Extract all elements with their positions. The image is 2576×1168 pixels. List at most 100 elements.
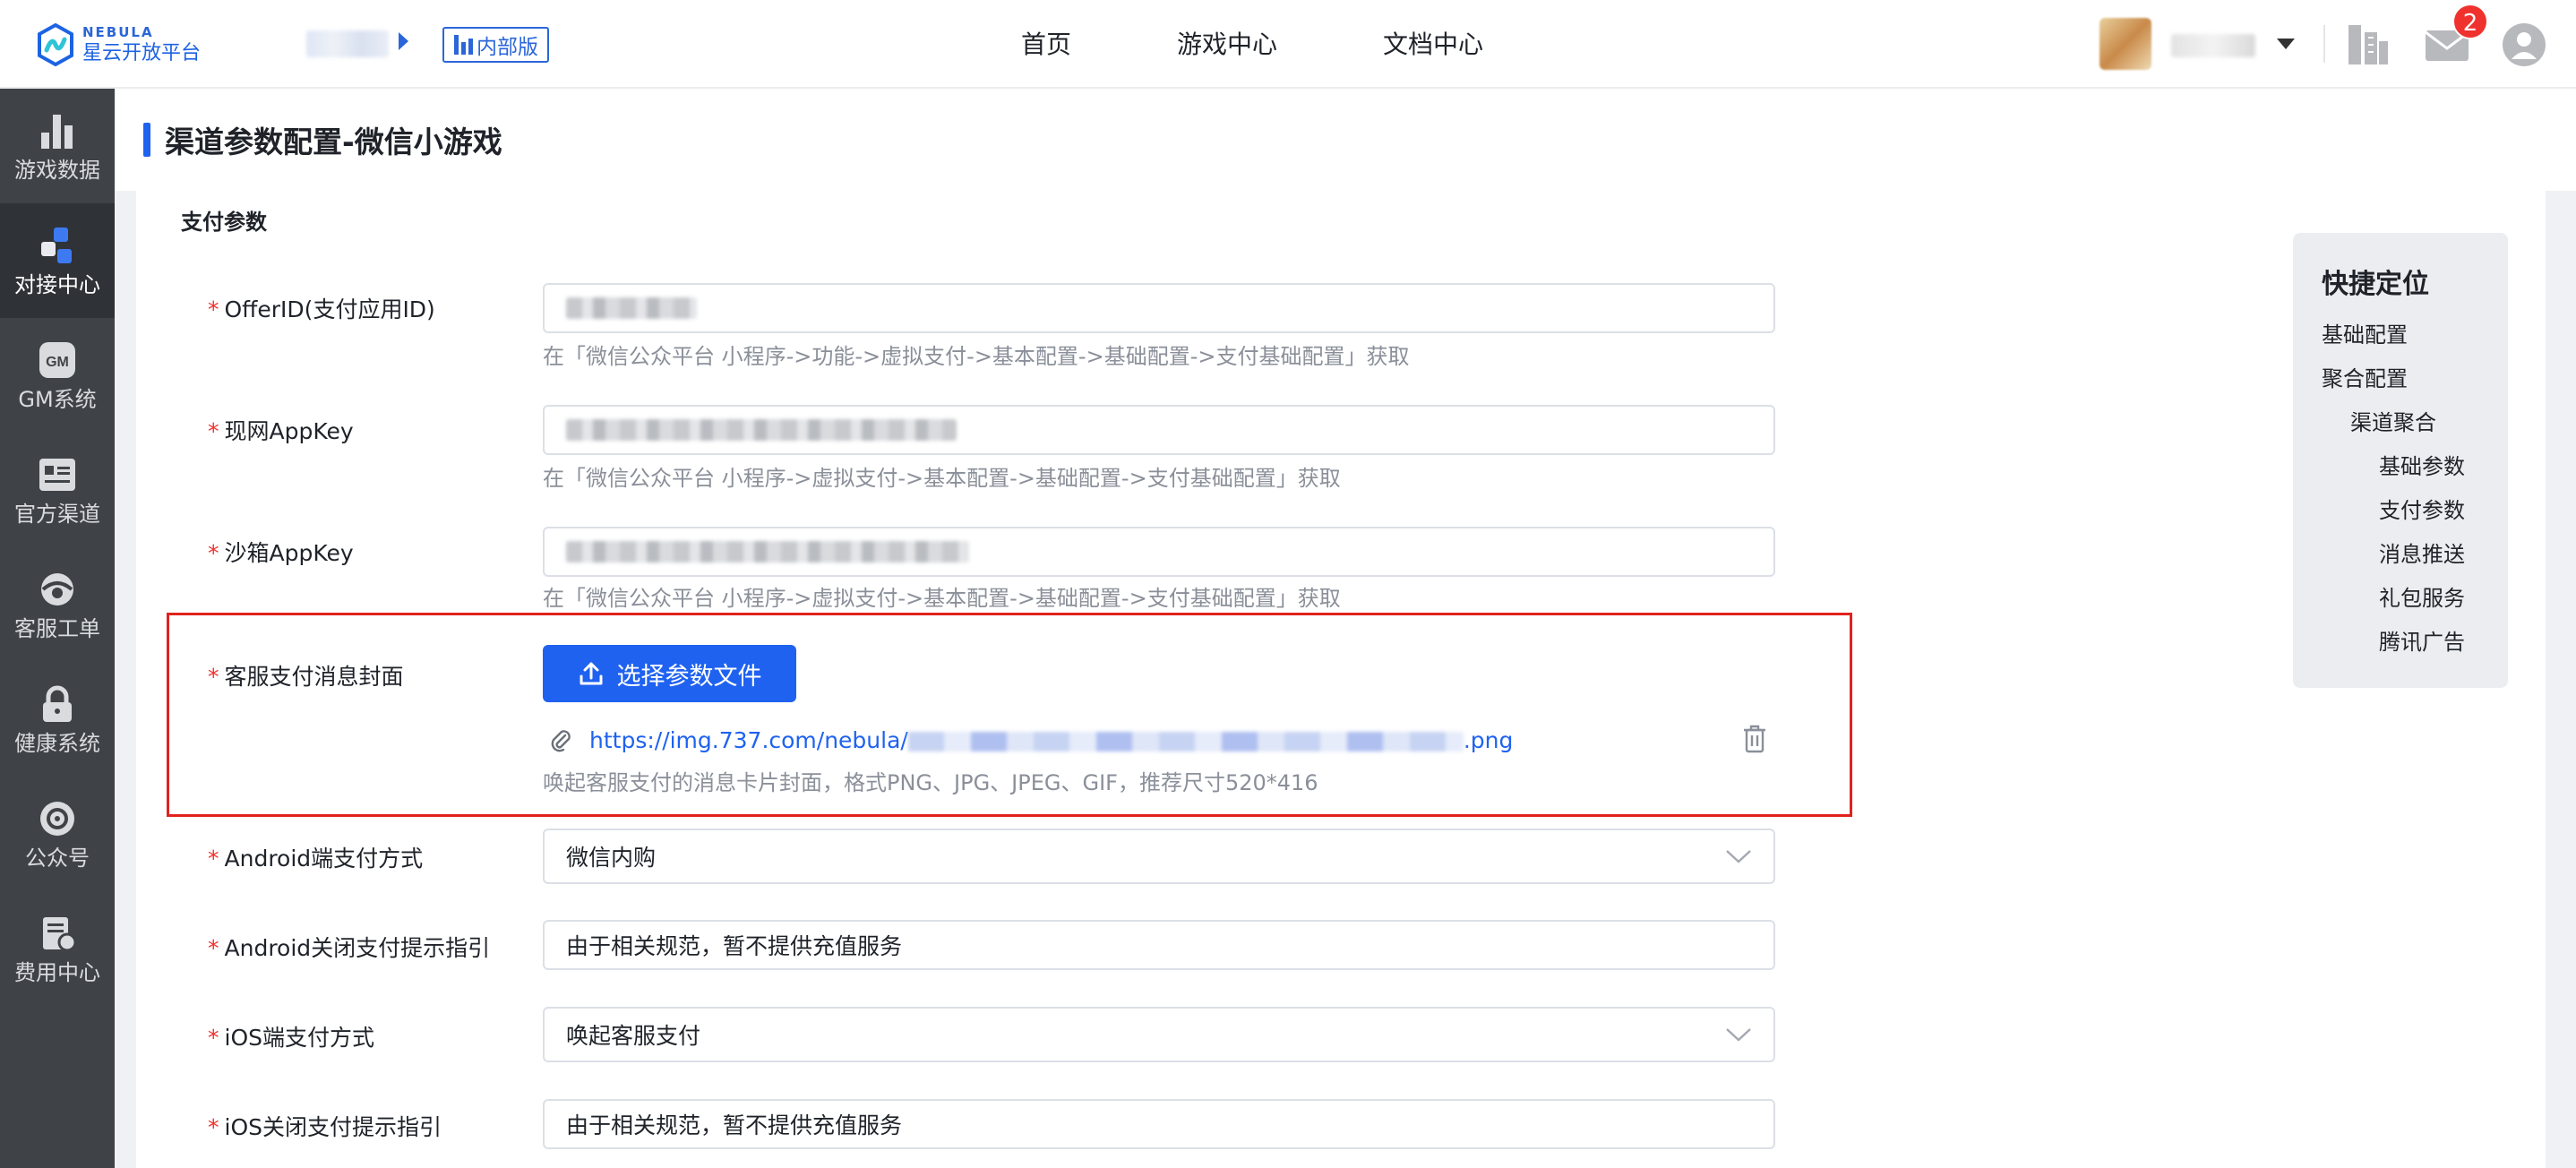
sidebar-item-customer-service[interactable]: 客服工单	[0, 547, 115, 662]
quick-link-pay-params[interactable]: 支付参数	[2379, 493, 2465, 524]
official-account-icon	[40, 802, 74, 836]
sidebar-item-integration[interactable]: 对接中心	[0, 203, 115, 318]
chevron-down-icon	[1726, 1028, 1751, 1042]
masked-value	[566, 419, 957, 441]
user-name-masked[interactable]	[2171, 34, 2255, 57]
svg-text:GM: GM	[46, 355, 69, 370]
ios-pay-label-text: iOS端支付方式	[224, 1025, 375, 1051]
bar-chart-icon	[41, 115, 73, 149]
android-close-tip-label: * Android关闭支付提示指引	[208, 931, 490, 963]
quick-link-channel-aggregate[interactable]: 渠道聚合	[2350, 405, 2436, 436]
cover-hint: 唤起客服支付的消息卡片封面，格式PNG、JPG、JPEG、GIF，推荐尺寸520…	[543, 770, 1318, 795]
user-avatar[interactable]	[2099, 18, 2151, 70]
file-url-prefix: https://img.737.com/nebula/	[589, 726, 908, 753]
game-selector-masked[interactable]	[306, 30, 389, 57]
top-header: NEBULA 星云开放平台 内部版 首页 游戏中心 文档中心 2	[0, 0, 2576, 89]
sidebar-item-official-channel[interactable]: 官方渠道	[0, 433, 115, 547]
live-appkey-input[interactable]	[543, 405, 1775, 455]
breadcrumb-arrow-icon	[399, 32, 408, 50]
masked-value	[566, 297, 697, 319]
paperclip-icon	[551, 730, 571, 752]
sidebar-label: GM系统	[18, 387, 97, 412]
billing-icon	[43, 917, 77, 952]
nav-game-center[interactable]: 游戏中心	[1177, 0, 1277, 89]
nebula-logo-icon	[38, 23, 73, 66]
sidebar-label: 公众号	[25, 846, 90, 871]
sidebar-item-gm-system[interactable]: GM GM系统	[0, 318, 115, 433]
sidebar-label: 费用中心	[14, 960, 100, 985]
internal-badge-label: 内部版	[477, 36, 538, 59]
required-mark: *	[208, 846, 219, 872]
id-card-icon	[39, 459, 75, 491]
quick-link-gift-service[interactable]: 礼包服务	[2379, 580, 2465, 612]
live-appkey-hint: 在「微信公众平台 小程序->虚拟支付->基本配置->基础配置->支付基础配置」获…	[543, 466, 1341, 491]
ios-pay-select[interactable]: 唤起客服支付	[543, 1007, 1775, 1062]
sandbox-appkey-hint: 在「微信公众平台 小程序->虚拟支付->基本配置->基础配置->支付基础配置」获…	[543, 586, 1341, 611]
user-profile-icon[interactable]	[2499, 20, 2549, 70]
offer-id-input[interactable]	[543, 283, 1775, 333]
sidebar-item-game-data[interactable]: 游戏数据	[0, 89, 115, 203]
logo[interactable]: NEBULA 星云开放平台	[36, 23, 201, 66]
quick-link-tencent-ads[interactable]: 腾讯广告	[2379, 624, 2465, 656]
quick-link-aggregate-config[interactable]: 聚合配置	[2322, 361, 2408, 392]
sidebar-label: 官方渠道	[14, 502, 100, 527]
ios-pay-label: * iOS端支付方式	[208, 1020, 374, 1052]
android-close-tip-value: 由于相关规范，暂不提供充值服务	[566, 933, 903, 959]
quick-link-basic-config[interactable]: 基础配置	[2322, 317, 2408, 348]
logo-cn-text: 星云开放平台	[82, 42, 202, 64]
sandbox-appkey-input[interactable]	[543, 527, 1775, 577]
file-url-suffix: .png	[1463, 726, 1514, 753]
title-accent-bar	[143, 123, 150, 157]
quick-link-basic-params[interactable]: 基础参数	[2379, 449, 2465, 480]
required-mark: *	[208, 664, 219, 690]
nav-home[interactable]: 首页	[1021, 0, 1071, 89]
required-mark: *	[208, 540, 219, 566]
android-close-tip-input[interactable]: 由于相关规范，暂不提供充值服务	[543, 920, 1775, 970]
user-dropdown-icon[interactable]	[2277, 39, 2295, 49]
header-divider	[2323, 25, 2325, 63]
internal-version-badge: 内部版	[442, 27, 549, 63]
required-mark: *	[208, 1025, 219, 1051]
sidebar-item-health-system[interactable]: 健康系统	[0, 662, 115, 777]
quick-link-message-push[interactable]: 消息推送	[2379, 537, 2465, 568]
sidebar-label: 对接中心	[14, 272, 100, 297]
offer-id-label-text: OfferID(支付应用ID)	[224, 296, 435, 322]
page-title: 渠道参数配置-微信小游戏	[165, 125, 502, 159]
offer-id-hint: 在「微信公众平台 小程序->功能->虚拟支付->基本配置->基础配置->支付基础…	[543, 344, 1410, 369]
sidebar-item-official-account[interactable]: 公众号	[0, 777, 115, 891]
building-icon	[453, 35, 473, 55]
uploaded-file-row: https://img.737.com/nebula/ .png	[548, 722, 1513, 758]
cover-label-text: 客服支付消息封面	[224, 664, 404, 690]
ios-pay-value: 唤起客服支付	[566, 1023, 701, 1049]
required-mark: *	[208, 1114, 219, 1140]
lock-icon	[43, 685, 72, 722]
sidebar-label: 游戏数据	[14, 158, 100, 183]
ios-close-tip-input[interactable]: 由于相关规范，暂不提供充值服务	[543, 1099, 1775, 1149]
uploaded-file-link[interactable]: https://img.737.com/nebula/ .png	[589, 727, 1513, 753]
ios-close-tip-label: * iOS关闭支付提示指引	[208, 1110, 442, 1142]
android-pay-label-text: Android端支付方式	[224, 846, 424, 872]
connect-icon	[41, 228, 72, 263]
cover-label: * 客服支付消息封面	[208, 659, 404, 691]
sidebar-label: 健康系统	[14, 731, 100, 756]
delete-file-icon[interactable]	[1741, 724, 1768, 754]
ios-close-tip-label-text: iOS关闭支付提示指引	[224, 1114, 442, 1140]
sidebar-label: 客服工单	[14, 616, 100, 641]
android-pay-label: * Android端支付方式	[208, 841, 423, 873]
quick-locate-title: 快捷定位	[2322, 269, 2429, 300]
masked-file-path	[907, 731, 1464, 751]
offer-id-label: * OfferID(支付应用ID)	[208, 292, 435, 324]
logo-en-text: NEBULA	[82, 24, 154, 40]
gm-icon: GM	[39, 342, 75, 378]
android-pay-select[interactable]: 微信内购	[543, 829, 1775, 884]
sandbox-appkey-label: * 沙箱AppKey	[208, 536, 354, 568]
document-icon[interactable]	[2343, 20, 2393, 70]
nav-doc-center[interactable]: 文档中心	[1383, 0, 1483, 89]
live-appkey-label: * 现网AppKey	[208, 414, 354, 446]
select-file-button[interactable]: 选择参数文件	[543, 645, 796, 702]
select-file-label: 选择参数文件	[616, 662, 762, 691]
sandbox-appkey-label-text: 沙箱AppKey	[224, 540, 354, 566]
section-heading: 支付参数	[181, 210, 267, 235]
main-nav: 首页 游戏中心 文档中心	[1021, 0, 1589, 89]
sidebar-item-billing[interactable]: 费用中心	[0, 891, 115, 1006]
